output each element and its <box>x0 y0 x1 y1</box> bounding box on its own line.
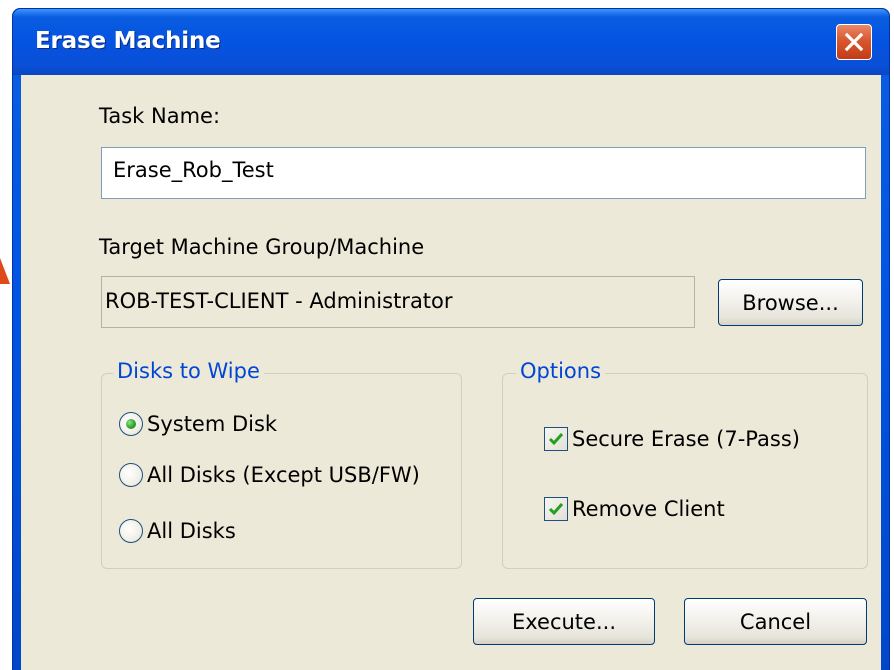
cancel-button[interactable]: Cancel <box>684 598 867 645</box>
radio-all-disks-label: All Disks <box>147 519 236 543</box>
dialog-title: Erase Machine <box>35 28 221 54</box>
radio-all-disks[interactable]: All Disks <box>119 519 236 543</box>
radio-all-disks-except-label: All Disks (Except USB/FW) <box>147 463 420 487</box>
radio-system-disk[interactable]: System Disk <box>119 412 277 436</box>
target-machine-field: ROB-TEST-CLIENT - Administrator <box>101 276 695 328</box>
check-mark-icon <box>548 433 564 446</box>
radio-system-disk-label: System Disk <box>147 412 278 436</box>
title-bar[interactable]: Erase Machine <box>13 9 889 75</box>
checkbox-remove-client[interactable]: Remove Client <box>544 497 725 521</box>
radio-button-icon[interactable] <box>119 519 143 543</box>
checkbox-icon[interactable] <box>544 497 568 521</box>
erase-machine-dialog: Erase Machine Task Name: Erase_Rob_Test … <box>12 8 890 670</box>
radio-all-disks-except-usb-fw[interactable]: All Disks (Except USB/FW) <box>119 463 420 487</box>
disks-to-wipe-legend: Disks to Wipe <box>113 359 264 383</box>
checkbox-secure-erase[interactable]: Secure Erase (7-Pass) <box>544 427 800 451</box>
execute-button[interactable]: Execute... <box>473 598 655 645</box>
options-group: Options <box>502 359 868 569</box>
edge-arrow-marker <box>0 258 10 284</box>
check-mark-icon <box>548 503 564 516</box>
close-icon <box>844 32 864 52</box>
radio-button-icon[interactable] <box>119 412 143 436</box>
secure-erase-label: Secure Erase (7-Pass) <box>572 427 800 451</box>
dialog-body: Task Name: Erase_Rob_Test Target Machine… <box>21 75 881 670</box>
radio-button-icon[interactable] <box>119 463 143 487</box>
radio-selected-dot <box>126 419 136 429</box>
task-name-label: Task Name: <box>99 104 221 128</box>
checkbox-icon[interactable] <box>544 427 568 451</box>
task-name-input[interactable]: Erase_Rob_Test <box>101 147 866 199</box>
target-machine-label: Target Machine Group/Machine <box>99 235 425 259</box>
close-button[interactable] <box>836 24 872 60</box>
options-legend: Options <box>516 359 606 383</box>
browse-button[interactable]: Browse... <box>718 279 863 326</box>
remove-client-label: Remove Client <box>572 497 725 521</box>
